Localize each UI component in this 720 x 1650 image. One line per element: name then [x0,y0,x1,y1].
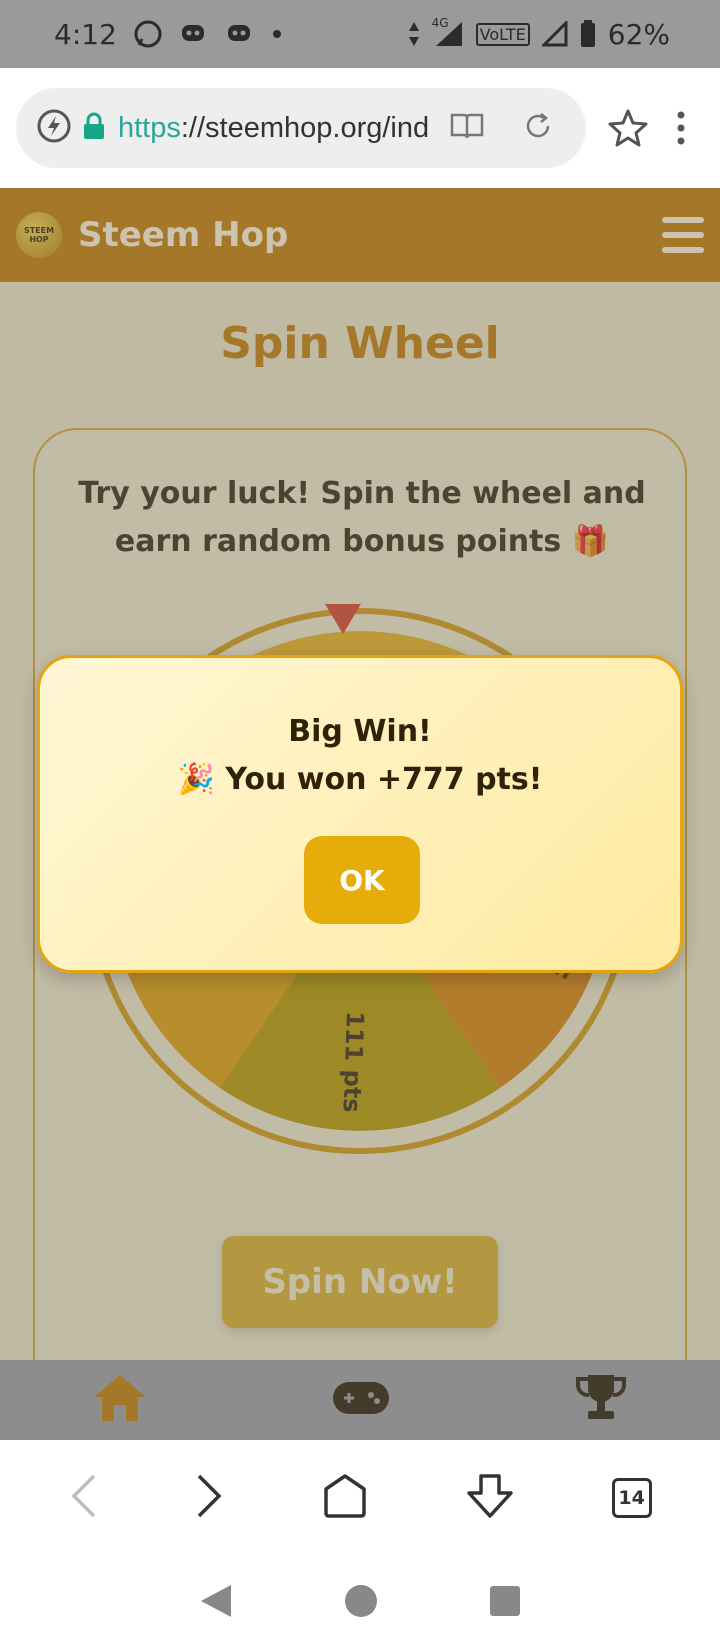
lock-icon [82,112,106,144]
system-home-icon[interactable] [343,1583,379,1623]
status-time: 4:12 [54,17,117,51]
discord-icon [225,21,255,47]
forward-icon[interactable] [195,1473,225,1523]
signal-icon [541,21,568,47]
system-nav-bar [0,1556,720,1650]
modal-message: 🎉 You won +777 pts! [177,762,543,797]
status-bar: 4:12 4G VoLTE 62% [0,0,720,68]
ok-button[interactable]: OK [304,836,420,924]
signal-4g-icon: 4G [432,16,464,48]
more-options-icon[interactable] [666,104,696,152]
browser-toolbar: https://steemhop.org/ind [0,68,720,188]
reload-icon[interactable] [522,110,554,146]
whatsapp-icon [133,19,163,49]
win-modal: Big Win! 🎉 You won +777 pts! OK [37,655,683,973]
browser-bottom-bar: 14 [0,1440,720,1556]
battery-icon [580,20,596,48]
lightning-icon[interactable] [36,108,72,148]
battery-percent: 62% [607,17,670,51]
reader-mode-icon[interactable] [450,111,484,145]
data-arrows-icon [408,21,420,47]
modal-title: Big Win! [288,714,432,749]
address-bar[interactable]: https://steemhop.org/ind [16,88,586,168]
system-back-icon[interactable] [199,1583,233,1623]
notification-dot-icon [271,28,283,40]
url-text[interactable]: https://steemhop.org/ind [118,112,428,145]
download-icon[interactable] [465,1473,515,1523]
home-page-icon[interactable] [322,1473,368,1523]
discord-icon [179,21,209,47]
system-recents-icon[interactable] [489,1585,521,1621]
tabs-count-button[interactable]: 14 [611,1478,652,1518]
bookmark-star-icon[interactable] [604,104,652,152]
back-icon[interactable] [68,1473,98,1523]
volte-badge: VoLTE [475,22,530,46]
